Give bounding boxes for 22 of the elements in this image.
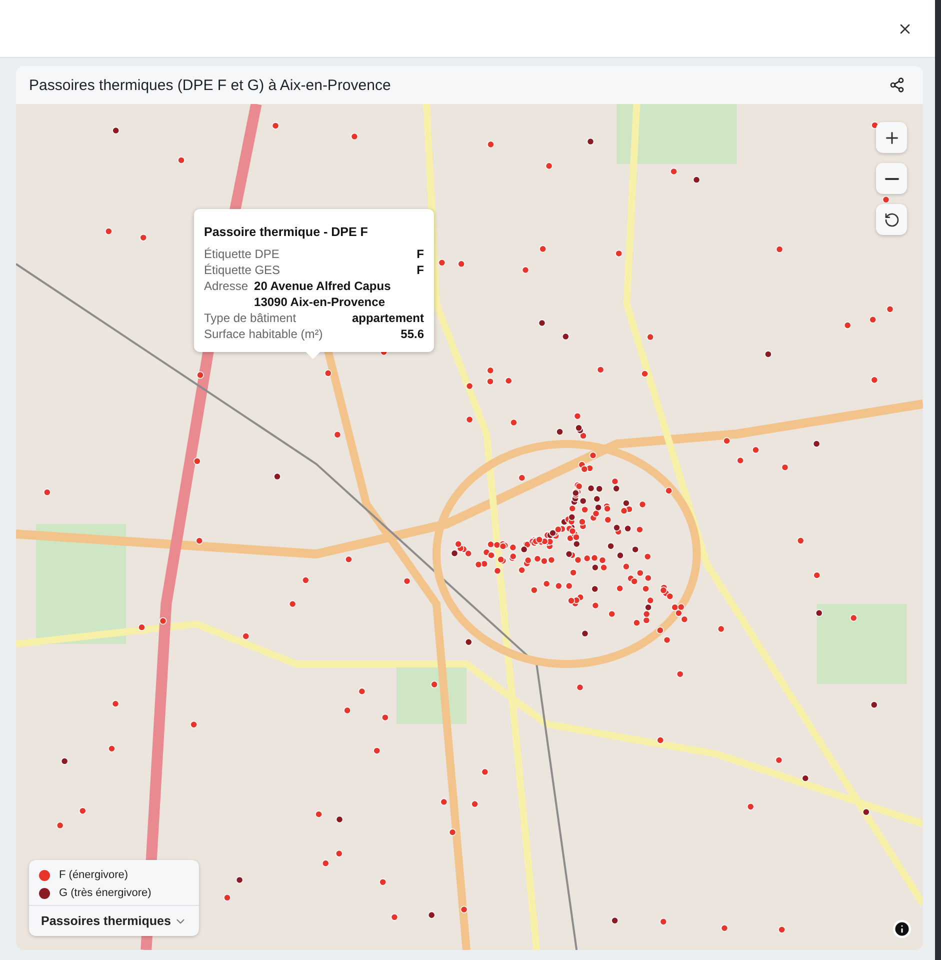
zoom-in-button[interactable] <box>876 122 907 153</box>
field-label: Type de bâtiment <box>204 310 296 326</box>
field-value: 55.6 <box>400 326 424 342</box>
field-label: Étiquette DPE <box>204 246 280 262</box>
field-label: Surface habitable (m²) <box>204 326 323 342</box>
legend-label: F (énergivore) <box>59 869 128 881</box>
card-title: Passoires thermiques (DPE F et G) à Aix-en-Provence <box>29 76 391 94</box>
share-button[interactable] <box>889 77 905 93</box>
share-icon <box>889 77 905 93</box>
field-value: appartement <box>352 310 424 326</box>
info-icon <box>893 920 911 938</box>
reset-view-button[interactable] <box>876 204 907 235</box>
legend-label: G (très énergivore) <box>59 887 152 899</box>
rotate-icon <box>884 212 900 228</box>
zoom-out-button[interactable] <box>876 163 907 194</box>
layer-dropdown[interactable]: Passoires thermiques <box>29 906 199 936</box>
field-value: F <box>416 246 424 262</box>
popup-title: Passoire thermique - DPE F <box>204 225 369 239</box>
field-label: Étiquette GES <box>204 262 280 278</box>
field-value: F <box>416 262 424 278</box>
minus-icon <box>884 178 898 180</box>
field-label: Adresse <box>204 278 248 295</box>
